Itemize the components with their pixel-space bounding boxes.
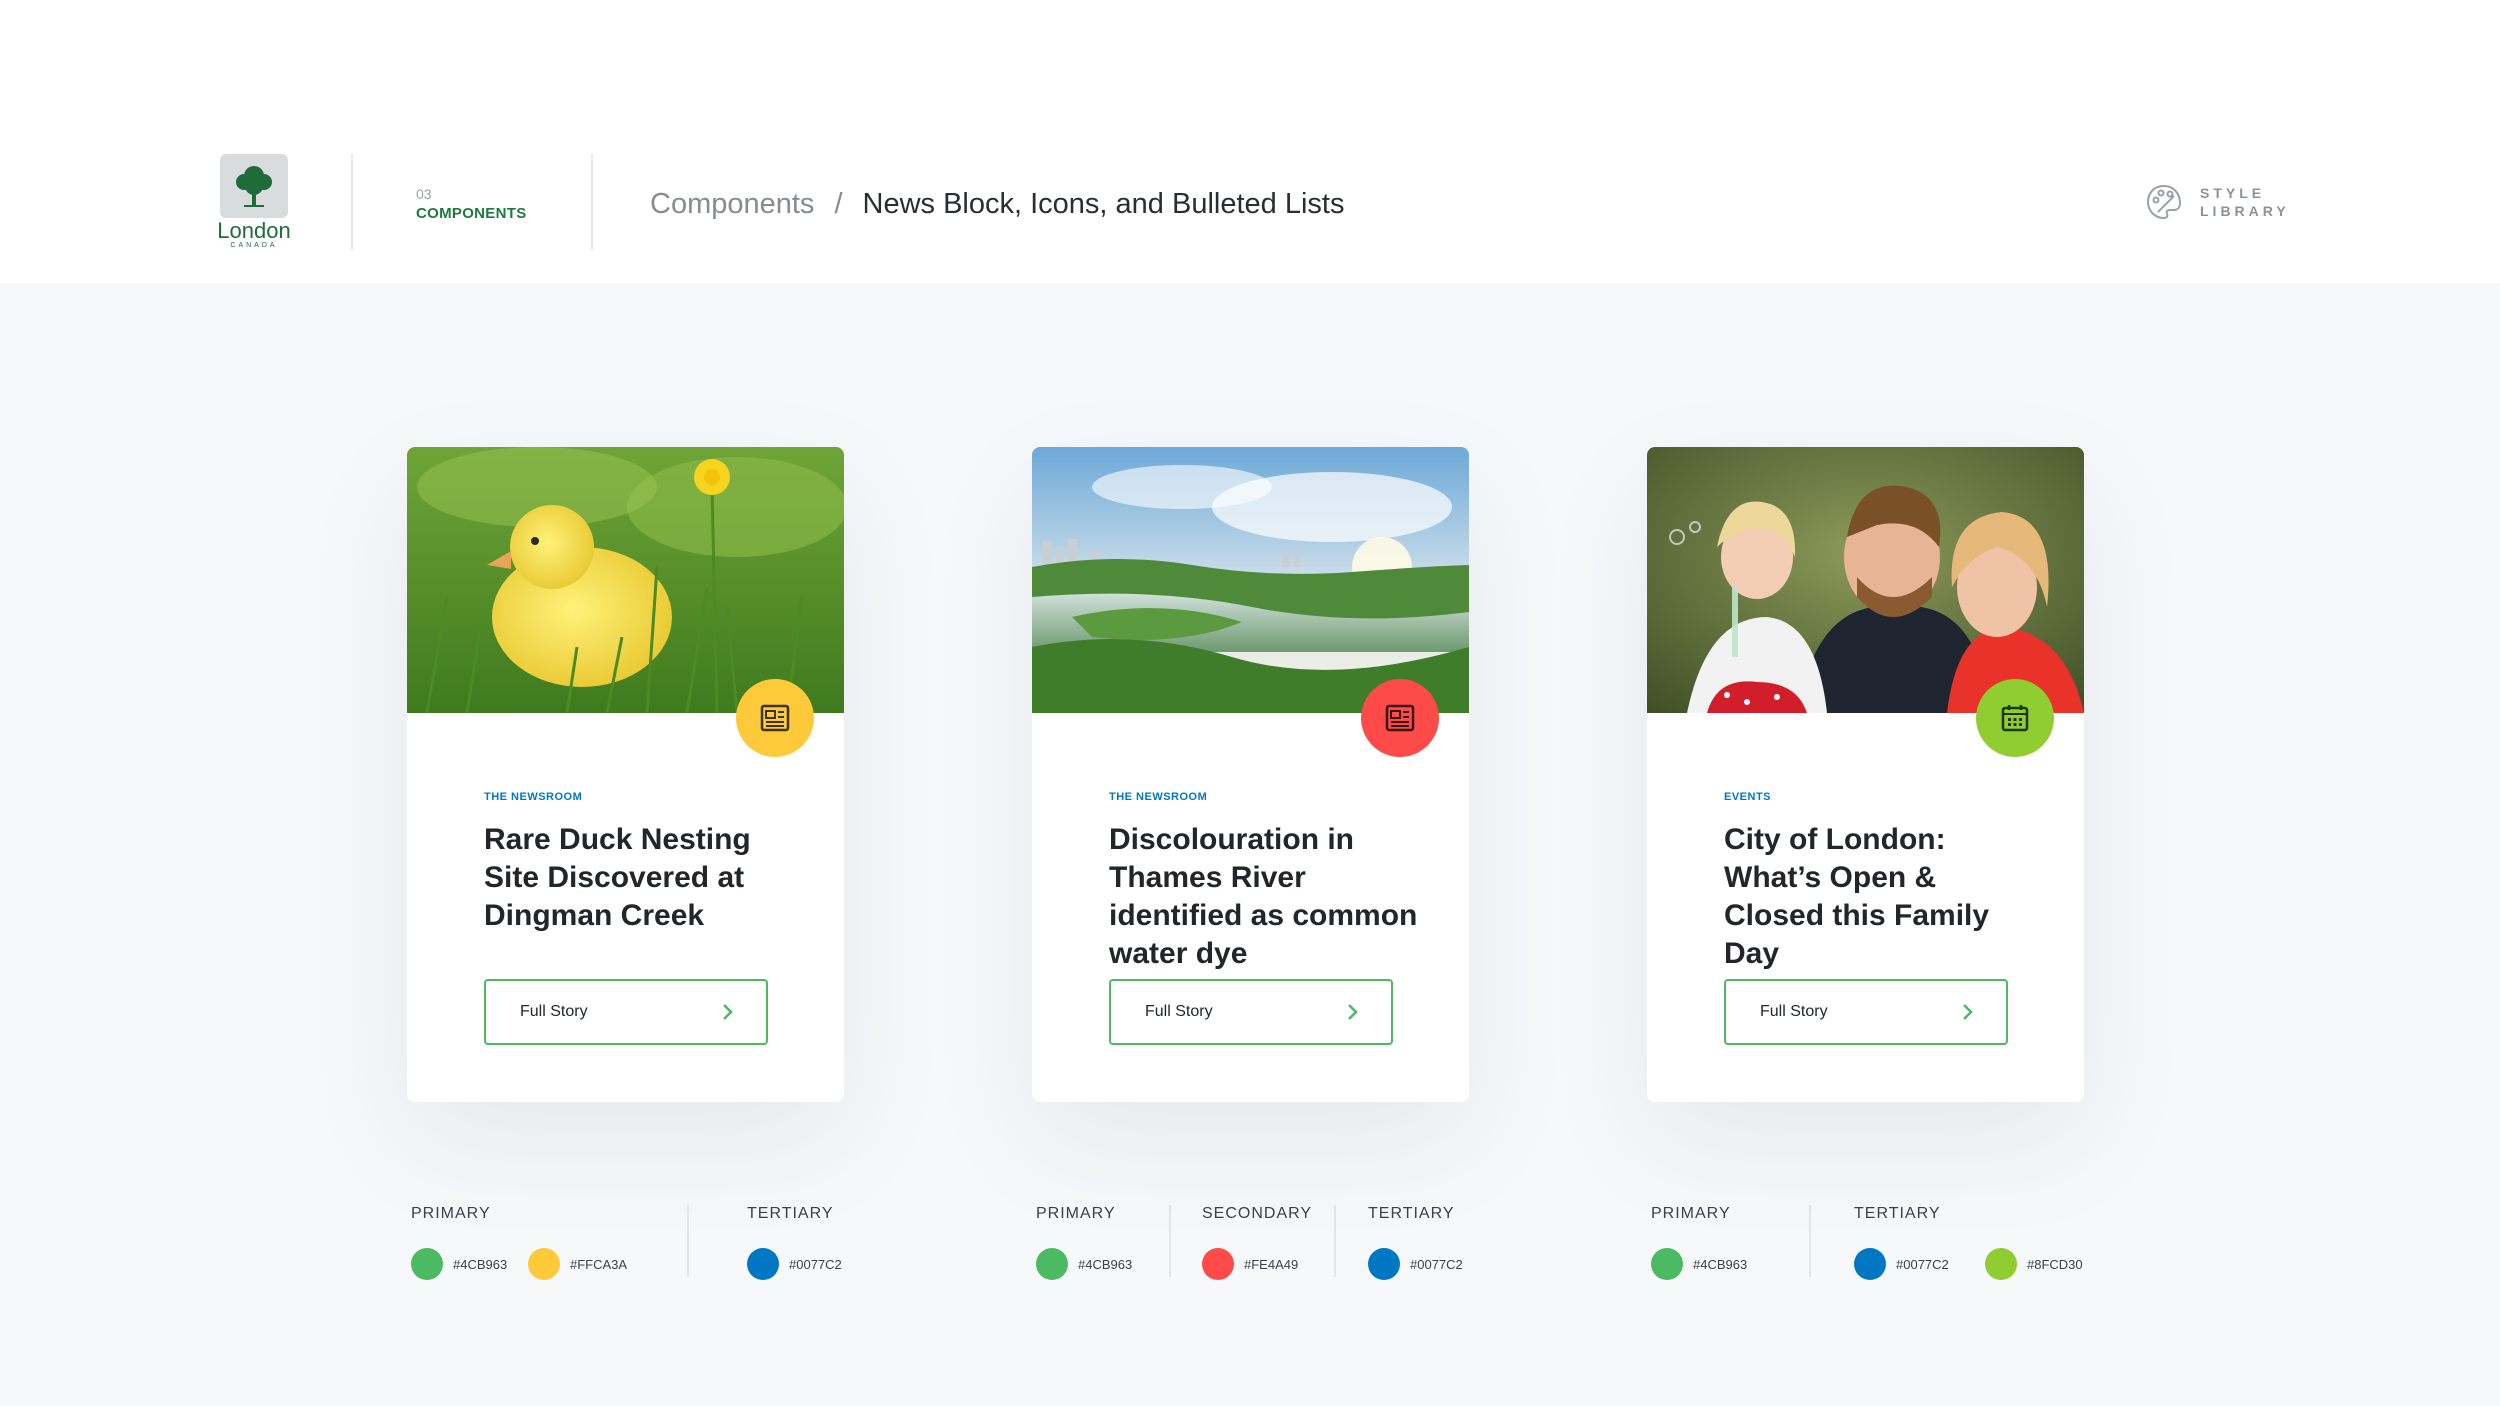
palette-label-tertiary: TERTIARY <box>747 1205 834 1222</box>
swatch-dot <box>1985 1248 2017 1280</box>
swatch-dot <box>1202 1248 1234 1280</box>
card-image-family <box>1647 447 2084 713</box>
breadcrumb-separator: / <box>834 188 843 220</box>
card-category[interactable]: EVENTS <box>1724 791 1771 803</box>
color-swatch: #FE4A49 <box>1202 1248 1298 1280</box>
color-swatch: #4CB963 <box>1036 1248 1132 1280</box>
city-logo[interactable]: London CANADA <box>214 154 294 250</box>
swatch-dot <box>1854 1248 1886 1280</box>
swatch-hex: #4CB963 <box>1693 1256 1748 1272</box>
button-label: Full Story <box>1145 1003 1213 1020</box>
tree-icon <box>220 154 288 218</box>
swatch-dot <box>1368 1248 1400 1280</box>
logo-wordmark: London <box>217 218 291 243</box>
style-library-link[interactable]: STYLE LIBRARY <box>2144 182 2290 222</box>
swatch-hex: #FFCA3A <box>570 1256 628 1272</box>
color-swatch: #4CB963 <box>1651 1248 1747 1280</box>
color-swatch: #0077C2 <box>1854 1248 1949 1280</box>
button-label: Full Story <box>520 1003 588 1020</box>
swatch-hex: #4CB963 <box>453 1256 508 1272</box>
color-swatch: #0077C2 <box>747 1248 842 1280</box>
color-swatch: #0077C2 <box>1368 1248 1463 1280</box>
breadcrumb-parent[interactable]: Components <box>650 188 814 221</box>
news-card[interactable]: EVENTS City of London: What’s Open & Clo… <box>1647 447 2084 1102</box>
card-title[interactable]: Discolouration in Thames River identifie… <box>1109 821 1429 973</box>
palette-icon <box>2146 184 2182 220</box>
full-story-button[interactable]: Full Story <box>1109 979 1393 1045</box>
header-divider <box>591 154 593 250</box>
news-card[interactable]: THE NEWSROOM Discolouration in Thames Ri… <box>1032 447 1469 1102</box>
swatch-dot <box>411 1248 443 1280</box>
palette-label-primary: PRIMARY <box>1036 1205 1116 1222</box>
full-story-button[interactable]: Full Story <box>484 979 768 1045</box>
color-swatch: #4CB963 <box>411 1248 507 1280</box>
card-title[interactable]: City of London: What’s Open & Closed thi… <box>1724 821 2044 973</box>
card-title[interactable]: Rare Duck Nesting Site Discovered at Din… <box>484 821 804 935</box>
palette-divider <box>1809 1205 1811 1277</box>
swatch-hex: #0077C2 <box>789 1256 842 1272</box>
full-story-button[interactable]: Full Story <box>1724 979 2008 1045</box>
button-label: Full Story <box>1760 1003 1828 1020</box>
palette-label-tertiary: TERTIARY <box>1854 1205 1941 1222</box>
style-library-line1: STYLE <box>2200 185 2266 201</box>
color-swatch: #FFCA3A <box>528 1248 627 1280</box>
palette-divider <box>1334 1205 1336 1277</box>
swatch-hex: #0077C2 <box>1896 1256 1949 1272</box>
palette-divider <box>1169 1205 1171 1277</box>
breadcrumb: Components / News Block, Icons, and Bull… <box>650 188 1344 221</box>
card-category[interactable]: THE NEWSROOM <box>1109 791 1207 803</box>
palette-divider <box>687 1205 689 1277</box>
swatch-dot <box>528 1248 560 1280</box>
chevron-right-icon <box>1348 1004 1358 1020</box>
header-divider <box>351 154 353 250</box>
style-library-line2: LIBRARY <box>2200 203 2290 219</box>
header-bar: London CANADA 03 COMPONENTS Components /… <box>0 0 2500 283</box>
palette-label-primary: PRIMARY <box>1651 1205 1731 1222</box>
calendar-icon <box>1976 679 2054 757</box>
section-number: 03 <box>416 186 432 202</box>
section-name[interactable]: COMPONENTS <box>416 205 527 222</box>
logo-subtitle: CANADA <box>230 242 278 249</box>
swatch-hex: #4CB963 <box>1078 1256 1133 1272</box>
card-category[interactable]: THE NEWSROOM <box>484 791 582 803</box>
newspaper-icon <box>736 679 814 757</box>
palette-label-primary: PRIMARY <box>411 1205 491 1222</box>
page-title: News Block, Icons, and Bulleted Lists <box>862 188 1345 220</box>
news-card[interactable]: THE NEWSROOM Rare Duck Nesting Site Disc… <box>407 447 844 1102</box>
swatch-dot <box>747 1248 779 1280</box>
swatch-hex: #0077C2 <box>1410 1256 1463 1272</box>
palette-label-tertiary: TERTIARY <box>1368 1205 1455 1222</box>
chevron-right-icon <box>1963 1004 1973 1020</box>
card-image-river <box>1032 447 1469 713</box>
swatch-hex: #8FCD30 <box>2027 1256 2083 1272</box>
palette-label-secondary: SECONDARY <box>1202 1205 1313 1222</box>
swatch-dot <box>1651 1248 1683 1280</box>
newspaper-icon <box>1361 679 1439 757</box>
swatch-hex: #FE4A49 <box>1244 1256 1299 1272</box>
card-image-duckling <box>407 447 844 713</box>
chevron-right-icon <box>723 1004 733 1020</box>
swatch-dot <box>1036 1248 1068 1280</box>
color-swatch: #8FCD30 <box>1985 1248 2083 1280</box>
